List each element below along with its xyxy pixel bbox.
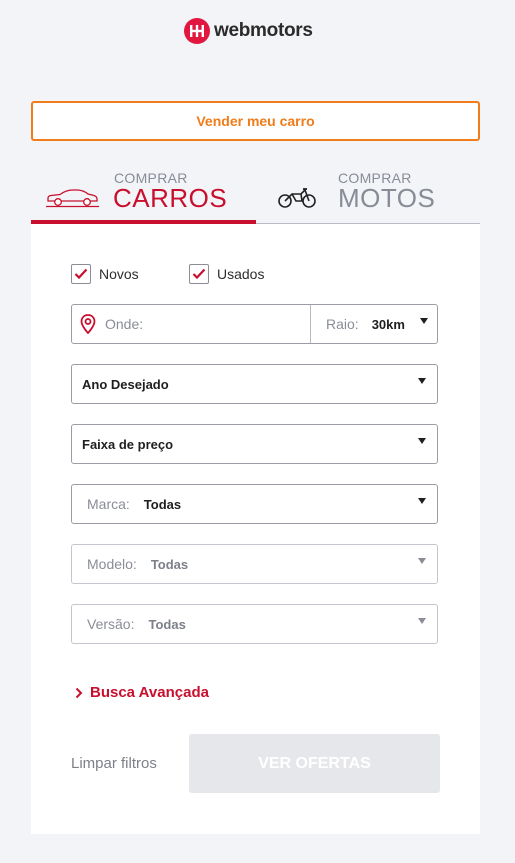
- advanced-search-link[interactable]: Busca Avançada: [75, 684, 209, 701]
- tab-cars-label: CARROS: [113, 183, 228, 213]
- tab-motos[interactable]: COMPRAR MOTOS: [256, 160, 480, 224]
- version-select-label: Versão:: [87, 616, 135, 632]
- new-checkbox[interactable]: Novos: [71, 264, 139, 284]
- model-select-label: Modelo:: [87, 556, 137, 572]
- chevron-down-icon: [420, 318, 428, 324]
- version-select-value: Todas: [148, 616, 186, 632]
- location-input[interactable]: Onde:: [105, 305, 307, 343]
- checkbox-checked-icon: [189, 264, 209, 284]
- search-panel: Novos Usados Onde: Raio: 30km Ano Deseja…: [31, 224, 480, 834]
- see-offers-button[interactable]: VER OFERTAS: [189, 734, 440, 793]
- radius-label: Raio:: [326, 316, 359, 332]
- model-select[interactable]: Modelo: Todas: [71, 544, 438, 584]
- location-pin-icon: [80, 314, 96, 334]
- clear-filters-button[interactable]: Limpar filtros: [71, 755, 157, 772]
- location-field: Onde: Raio: 30km: [71, 304, 438, 344]
- tab-motos-label: MOTOS: [338, 183, 436, 213]
- year-select-value: Ano Desejado: [82, 376, 169, 392]
- brand-select[interactable]: Marca: Todas: [71, 484, 438, 524]
- chevron-down-icon: [418, 378, 426, 384]
- motorcycle-icon: [278, 185, 316, 214]
- new-checkbox-label: Novos: [99, 266, 139, 282]
- chevron-down-icon: [418, 618, 426, 624]
- year-select[interactable]: Ano Desejado: [71, 364, 438, 404]
- used-checkbox[interactable]: Usados: [189, 264, 264, 284]
- advanced-search-label: Busca Avançada: [90, 684, 209, 701]
- checkbox-checked-icon: [71, 264, 91, 284]
- used-checkbox-label: Usados: [217, 266, 265, 282]
- radius-select[interactable]: Raio: 30km: [310, 305, 439, 343]
- chevron-down-icon: [418, 498, 426, 504]
- brand-select-label: Marca:: [87, 496, 130, 512]
- price-range-select[interactable]: Faixa de preço: [71, 424, 438, 464]
- webmotors-logo[interactable]: webmotors: [184, 18, 313, 44]
- sell-my-car-button[interactable]: Vender meu carro: [31, 101, 480, 141]
- chevron-down-icon: [418, 558, 426, 564]
- brand-select-value: Todas: [143, 496, 182, 512]
- price-range-value: Faixa de preço: [82, 436, 174, 452]
- webmotors-logo-icon: [184, 18, 210, 44]
- model-select-value: Todas: [150, 556, 189, 572]
- chevron-right-icon: [75, 687, 83, 699]
- brand-name: webmotors: [214, 20, 313, 41]
- chevron-down-icon: [418, 438, 426, 444]
- vehicle-type-tabs: COMPRAR CARROS COMPRAR MOTOS: [31, 160, 480, 224]
- version-select[interactable]: Versão: Todas: [71, 604, 438, 644]
- tab-cars[interactable]: COMPRAR CARROS: [31, 160, 256, 224]
- radius-value: 30km: [371, 316, 405, 332]
- car-icon: [45, 186, 99, 213]
